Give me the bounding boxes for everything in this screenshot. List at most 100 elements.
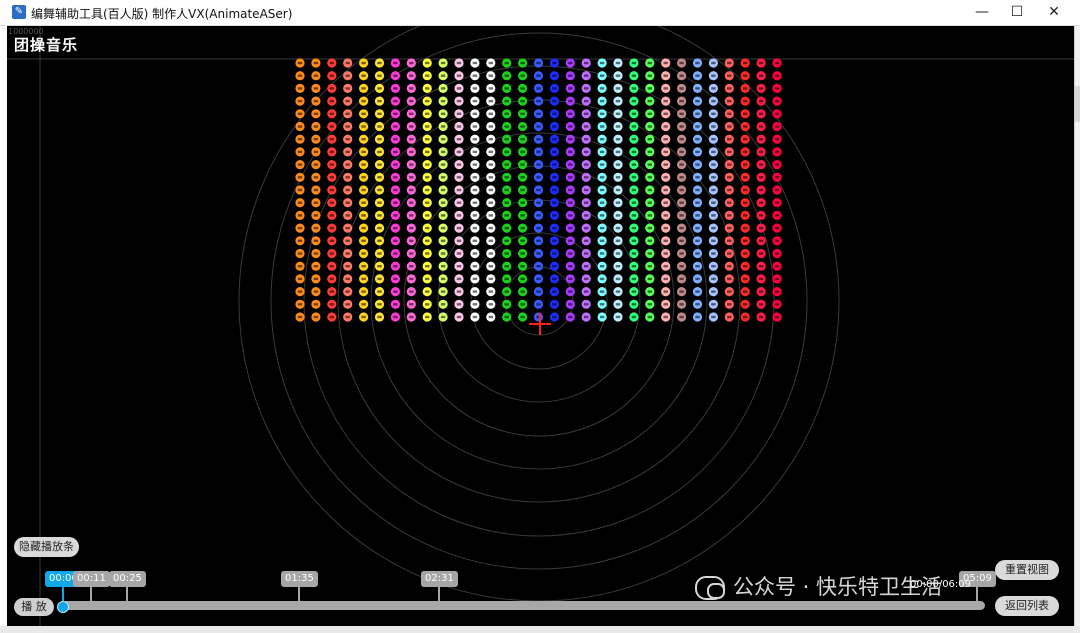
dancer-token[interactable] — [454, 299, 464, 309]
dancer-token[interactable] — [581, 71, 591, 81]
dancer-token[interactable] — [708, 134, 719, 144]
dancer-token[interactable] — [422, 121, 432, 132]
dancer-token[interactable] — [454, 71, 464, 81]
dancer-token[interactable] — [518, 248, 528, 259]
dancer-token[interactable] — [740, 261, 750, 271]
dancer-token[interactable] — [390, 172, 400, 182]
dancer-token[interactable] — [311, 287, 321, 297]
dancer-token[interactable] — [470, 71, 480, 81]
dancer-token[interactable] — [613, 248, 623, 259]
dancer-token[interactable] — [677, 261, 687, 271]
dancer-token[interactable] — [756, 160, 766, 170]
dancer-token[interactable] — [645, 172, 655, 182]
dancer-token[interactable] — [629, 210, 639, 220]
dancer-token[interactable] — [422, 299, 432, 309]
dancer-token[interactable] — [645, 312, 655, 322]
dancer-token[interactable] — [422, 83, 432, 93]
dancer-token[interactable] — [343, 248, 353, 259]
dancer-token[interactable] — [311, 248, 321, 259]
dancer-token[interactable] — [406, 121, 416, 132]
dancer-token[interactable] — [311, 236, 321, 246]
dancer-token[interactable] — [486, 287, 496, 297]
dancer-token[interactable] — [645, 96, 655, 106]
dancer-token[interactable] — [470, 58, 480, 68]
dancer-token[interactable] — [549, 210, 560, 220]
dancer-token[interactable] — [518, 236, 528, 246]
dancer-token[interactable] — [581, 147, 591, 157]
dancer-token[interactable] — [311, 160, 321, 170]
dancer-token[interactable] — [295, 261, 305, 271]
dancer-token[interactable] — [677, 83, 687, 93]
dancer-token[interactable] — [613, 274, 623, 284]
dancer-token[interactable] — [756, 274, 766, 284]
dancer-token[interactable] — [295, 223, 305, 233]
dancer-token[interactable] — [343, 236, 353, 246]
dancer-token[interactable] — [756, 109, 766, 119]
dancer-token[interactable] — [629, 223, 639, 233]
dancer-token[interactable] — [422, 134, 432, 144]
dancer-token[interactable] — [756, 248, 766, 259]
dancer-token[interactable] — [486, 261, 496, 271]
play-button[interactable]: 播 放 — [14, 598, 54, 616]
dancer-token[interactable] — [708, 121, 719, 132]
dancer-token[interactable] — [311, 210, 321, 220]
dancer-token[interactable] — [740, 223, 750, 233]
dancer-token[interactable] — [661, 58, 671, 68]
dancer-token[interactable] — [724, 223, 734, 233]
dancer-token[interactable] — [661, 312, 671, 322]
dancer-token[interactable] — [708, 147, 719, 157]
dancer-token[interactable] — [692, 287, 703, 297]
dancer-token[interactable] — [692, 147, 703, 157]
dancer-token[interactable] — [438, 236, 448, 246]
stage-canvas[interactable]: 1000000 团操音乐 隐藏播放条 00:00 00:11 00:25 01:… — [7, 26, 1074, 626]
dancer-token[interactable] — [708, 71, 719, 81]
dancer-token[interactable] — [343, 261, 353, 271]
dancer-token[interactable] — [533, 299, 544, 309]
dancer-token[interactable] — [597, 198, 607, 208]
dancer-token[interactable] — [327, 160, 337, 170]
dancer-token[interactable] — [295, 134, 305, 144]
dancer-token[interactable] — [486, 312, 496, 322]
dancer-token[interactable] — [613, 287, 623, 297]
dancer-token[interactable] — [708, 248, 719, 259]
dancer-token[interactable] — [438, 210, 448, 220]
dancer-token[interactable] — [502, 96, 512, 106]
dancer-token[interactable] — [422, 160, 432, 170]
dancer-token[interactable] — [533, 160, 544, 170]
dancer-token[interactable] — [518, 299, 528, 309]
dancer-token[interactable] — [613, 58, 623, 68]
dancer-token[interactable] — [677, 71, 687, 81]
dancer-token[interactable] — [406, 299, 416, 309]
dancer-token[interactable] — [772, 83, 782, 93]
dancer-token[interactable] — [740, 198, 750, 208]
dancer-token[interactable] — [692, 210, 703, 220]
dancer-token[interactable] — [295, 160, 305, 170]
dancer-token[interactable] — [549, 223, 560, 233]
progress-handle[interactable] — [57, 601, 69, 613]
dancer-token[interactable] — [597, 121, 607, 132]
dancer-token[interactable] — [629, 71, 639, 81]
dancer-token[interactable] — [343, 160, 353, 170]
dancer-token[interactable] — [629, 236, 639, 246]
dancer-token[interactable] — [470, 121, 480, 132]
dancer-token[interactable] — [374, 147, 385, 157]
dancer-token[interactable] — [565, 58, 575, 68]
dancer-token[interactable] — [327, 236, 337, 246]
dancer-token[interactable] — [343, 198, 353, 208]
dancer-token[interactable] — [311, 299, 321, 309]
dancer-token[interactable] — [390, 147, 400, 157]
dancer-token[interactable] — [756, 236, 766, 246]
dancer-token[interactable] — [597, 185, 607, 195]
dancer-token[interactable] — [708, 223, 719, 233]
dancer-token[interactable] — [438, 121, 448, 132]
dancer-token[interactable] — [549, 287, 560, 297]
dancer-token[interactable] — [327, 287, 337, 297]
dancer-token[interactable] — [486, 274, 496, 284]
dancer-token[interactable] — [486, 147, 496, 157]
dancer-token[interactable] — [374, 223, 385, 233]
dancer-token[interactable] — [692, 96, 703, 106]
dancer-token[interactable] — [597, 223, 607, 233]
dancer-token[interactable] — [390, 198, 400, 208]
dancer-token[interactable] — [613, 299, 623, 309]
back-to-list-button[interactable]: 返回列表 — [995, 596, 1059, 616]
